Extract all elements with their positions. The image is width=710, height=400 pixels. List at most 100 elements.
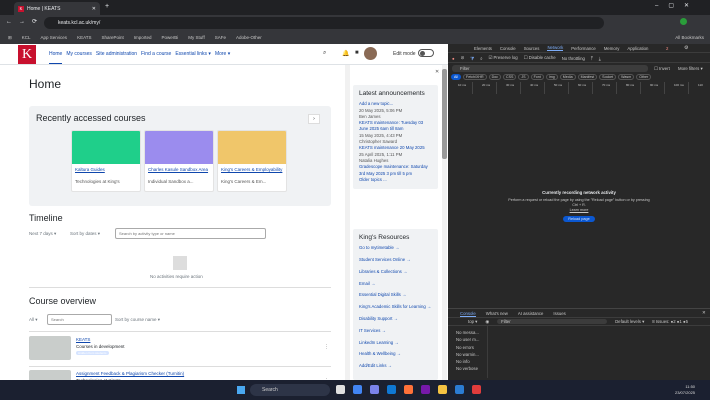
taskbar-app-icon[interactable] — [421, 385, 430, 394]
resource-link[interactable]: Libraries & Collections → — [359, 269, 432, 275]
more-filters[interactable]: More filters ▾ — [678, 66, 703, 72]
context-select[interactable]: top ▾ — [468, 319, 477, 325]
timeline-sort[interactable]: Sort by dates ▾ — [70, 231, 100, 237]
taskbar-app-icon[interactable] — [370, 385, 379, 394]
type-filter-chip[interactable]: Wasm — [618, 74, 635, 80]
type-filter-chip[interactable]: Socket — [599, 74, 617, 80]
bookmark-folder[interactable]: KEATS — [77, 35, 91, 40]
console-sidebar-item[interactable]: No verbose — [456, 365, 487, 372]
timeline-day-filter[interactable]: Next 7 days ▾ — [29, 231, 56, 237]
start-button[interactable] — [237, 386, 245, 394]
devtools-tab[interactable]: Application — [627, 46, 648, 51]
disable-cache-checkbox[interactable]: ☐ Disable cache — [524, 55, 556, 61]
devtools-tab[interactable]: Console — [500, 46, 516, 51]
close-tab-icon[interactable]: ✕ — [92, 6, 96, 12]
learn-more-link[interactable]: Learn more — [508, 208, 650, 212]
course-card[interactable]: Charles Kasule Sandbox Area Individual Sa… — [144, 130, 214, 192]
type-filter-chip[interactable]: Manifest — [577, 74, 598, 80]
taskbar-app-icon[interactable] — [472, 385, 481, 394]
notifications-icon[interactable]: 🔔 — [342, 50, 349, 57]
nav-link[interactable]: Find a course — [141, 51, 171, 64]
type-filter-chip[interactable]: Font — [530, 74, 544, 80]
type-filter-chip[interactable]: All — [451, 74, 461, 80]
drawer-scrollbar[interactable] — [442, 65, 447, 380]
apps-icon[interactable]: ⊞ — [8, 35, 12, 41]
overview-sort[interactable]: Sort by course name ▾ — [115, 317, 160, 323]
log-levels[interactable]: Default levels ▾ — [615, 319, 644, 325]
course-name-link[interactable]: Charles Kasule Sandbox Area — [145, 164, 213, 179]
course-search-input[interactable] — [47, 314, 112, 325]
filter-icon[interactable]: ⧩ — [470, 56, 474, 61]
resource-link[interactable]: King's Academic Skills for Learning → — [359, 304, 432, 310]
post-link[interactable]: KEATS maintenance: Tuesday 03 June 2025 … — [359, 120, 432, 133]
drawer-tab[interactable]: Console — [460, 311, 476, 317]
bookmark-folder[interactable]: KCL — [22, 35, 31, 40]
bookmark-folder[interactable]: App Services — [41, 35, 68, 40]
bookmark-folder[interactable]: My Stuff — [188, 35, 204, 40]
type-filter-chip[interactable]: Media — [559, 74, 576, 80]
type-filter-chip[interactable]: Fetch/XHR — [463, 74, 487, 80]
bookmark-folder[interactable]: SharePoint — [101, 35, 123, 40]
console-sidebar-item[interactable]: No user m... — [456, 336, 487, 343]
bookmark-folder[interactable]: Adobe-Other — [236, 35, 262, 40]
course-name-link[interactable]: KEATS — [76, 337, 90, 342]
resource-link[interactable]: Go to mytimetable → — [359, 245, 432, 251]
issues-count[interactable]: 8 Issues: ●2 ●1 ●5 — [652, 319, 688, 324]
record-icon[interactable]: ● — [452, 56, 455, 61]
user-avatar[interactable] — [364, 47, 377, 60]
course-name-link[interactable]: King's Careers & Employability — [218, 164, 286, 179]
resource-link[interactable]: Disability Support → — [359, 316, 432, 322]
drawer-tab[interactable]: What's new — [486, 311, 508, 317]
clear-icon[interactable]: ⊘ — [461, 55, 465, 61]
invert-checkbox[interactable]: ☐ Invert — [654, 66, 670, 72]
reload-page-button[interactable]: Reload page — [563, 216, 595, 222]
taskbar-app-icon[interactable] — [336, 385, 345, 394]
window-controls[interactable]: –▢✕ — [655, 2, 699, 9]
course-thumbnail[interactable] — [29, 336, 71, 360]
taskbar-app-icon[interactable] — [438, 385, 447, 394]
taskbar-search[interactable]: Search — [250, 384, 330, 396]
post-link[interactable]: Gradescope maintenance: Saturday 3rd May… — [359, 164, 432, 177]
resource-link[interactable]: Add/Edit Links → — [359, 363, 432, 369]
taskbar-app-icon[interactable] — [455, 385, 464, 394]
preserve-log-checkbox[interactable]: ☑ Preserve log — [488, 55, 517, 61]
next-arrow-button[interactable]: › — [308, 114, 320, 124]
devtools-tab[interactable]: Network — [547, 45, 564, 51]
type-filter-chip[interactable]: Other — [636, 74, 652, 80]
course-card[interactable]: King's Careers & Employability King's Car… — [217, 130, 287, 192]
address-bar[interactable]: keats.kcl.ac.uk/my/ — [44, 17, 604, 29]
messages-icon[interactable]: ■ — [355, 50, 359, 56]
new-tab-icon[interactable]: + — [105, 3, 109, 10]
all-bookmarks[interactable]: All Bookmarks — [675, 35, 704, 40]
resource-link[interactable]: Student Services Online → — [359, 257, 432, 263]
taskbar-app-icon[interactable] — [353, 385, 362, 394]
console-sidebar-item[interactable]: No messa... — [456, 329, 487, 336]
timeline-search-input[interactable] — [115, 228, 266, 239]
devtools-tab[interactable]: Memory — [604, 46, 620, 51]
throttling-select[interactable]: No throttling — [562, 56, 585, 61]
resource-link[interactable]: Health & Wellbeing → — [359, 351, 432, 357]
nav-link[interactable]: My courses — [66, 51, 92, 64]
type-filter-chip[interactable]: Img — [545, 74, 558, 80]
older-topics-link[interactable]: Older topics ... — [359, 177, 432, 183]
taskbar-app-icon[interactable] — [387, 385, 396, 394]
bookmark-folder[interactable]: SAFe — [215, 35, 226, 40]
resource-link[interactable]: Essential Digital Skills → — [359, 292, 432, 298]
drawer-tab[interactable]: AI assistance — [518, 311, 544, 317]
course-thumbnail[interactable] — [29, 370, 71, 380]
resource-link[interactable]: IT Services → — [359, 328, 432, 334]
nav-buttons[interactable]: ←→⟳ — [6, 18, 44, 25]
course-card[interactable]: Kaltura Guides Technologies at King's — [71, 130, 141, 192]
nav-link[interactable]: Home — [49, 51, 63, 64]
upload-icon[interactable]: ⤒ — [591, 56, 593, 61]
issues-badge[interactable]: 2 — [666, 46, 668, 51]
bookmark-folder[interactable]: Imported — [134, 35, 152, 40]
type-filter-chip[interactable]: JS — [518, 74, 529, 80]
edit-mode-toggle[interactable] — [418, 49, 434, 57]
close-drawer-icon[interactable]: ✕ — [702, 310, 706, 316]
download-icon[interactable]: ⤓ — [599, 56, 601, 61]
overview-filter[interactable]: All ▾ — [29, 317, 38, 323]
course-name-link[interactable]: Kaltura Guides — [72, 164, 140, 179]
type-filter-chip[interactable]: Doc — [488, 74, 501, 80]
taskbar-app-icon[interactable] — [404, 385, 413, 394]
